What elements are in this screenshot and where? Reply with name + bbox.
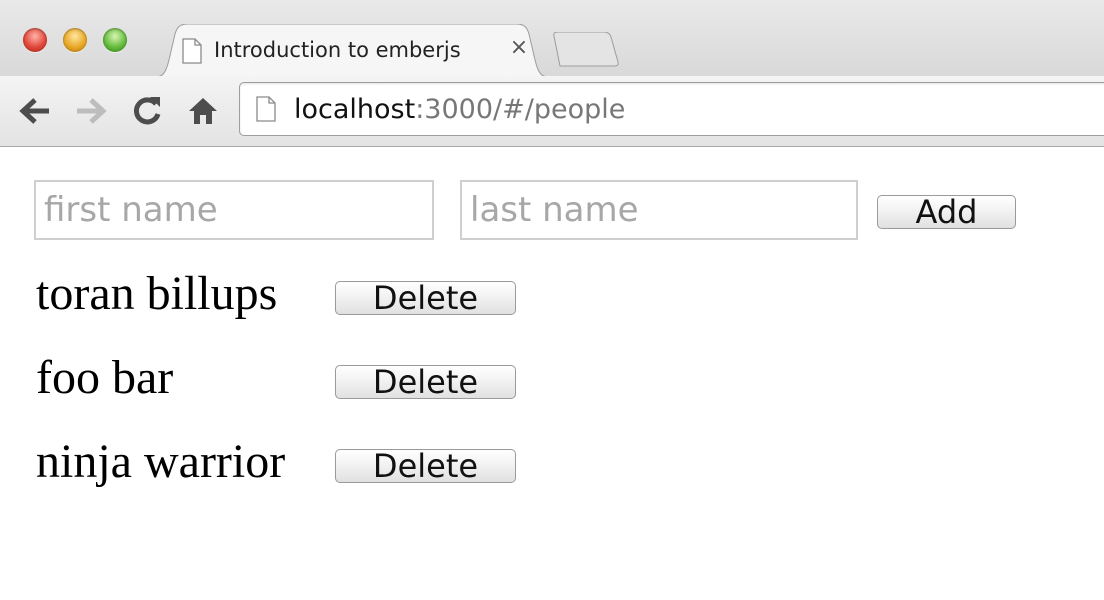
browser-chrome: Introduction to emberjs × localhost:3000… xyxy=(0,0,1104,147)
person-row: toran billups Delete xyxy=(0,264,1104,324)
first-name-input[interactable] xyxy=(34,180,434,240)
browser-toolbar: localhost:3000/#/people xyxy=(0,76,1104,146)
close-icon[interactable]: × xyxy=(507,36,531,60)
tab-active[interactable]: Introduction to emberjs × xyxy=(150,24,554,78)
add-button[interactable]: Add xyxy=(877,195,1016,229)
page-icon xyxy=(182,38,202,68)
page-content: Add toran billups Delete foo bar Delete … xyxy=(0,147,1104,600)
window-minimize-button[interactable] xyxy=(63,28,87,52)
url-text[interactable]: localhost:3000/#/people xyxy=(294,94,625,125)
window-zoom-button[interactable] xyxy=(103,28,127,52)
forward-arrow-icon[interactable] xyxy=(74,94,108,128)
delete-button[interactable]: Delete xyxy=(335,281,516,315)
address-bar[interactable]: localhost:3000/#/people xyxy=(239,82,1104,136)
tab-title: Introduction to emberjs xyxy=(214,38,461,62)
last-name-input[interactable] xyxy=(460,180,858,240)
window-close-button[interactable] xyxy=(23,28,47,52)
home-icon[interactable] xyxy=(186,94,220,128)
person-row: ninja warrior Delete xyxy=(0,432,1104,492)
back-arrow-icon[interactable] xyxy=(18,94,52,128)
person-name: toran billups xyxy=(36,267,278,320)
delete-button[interactable]: Delete xyxy=(335,449,516,483)
tab-strip: Introduction to emberjs × xyxy=(0,0,1104,78)
delete-button[interactable]: Delete xyxy=(335,365,516,399)
reload-icon[interactable] xyxy=(130,94,164,128)
person-name: foo bar xyxy=(36,351,174,404)
url-host: localhost xyxy=(294,94,416,125)
new-tab-button[interactable] xyxy=(552,31,620,72)
person-row: foo bar Delete xyxy=(0,348,1104,408)
page-icon xyxy=(256,96,276,126)
url-path: :3000/#/people xyxy=(415,94,626,125)
person-name: ninja warrior xyxy=(36,435,286,488)
